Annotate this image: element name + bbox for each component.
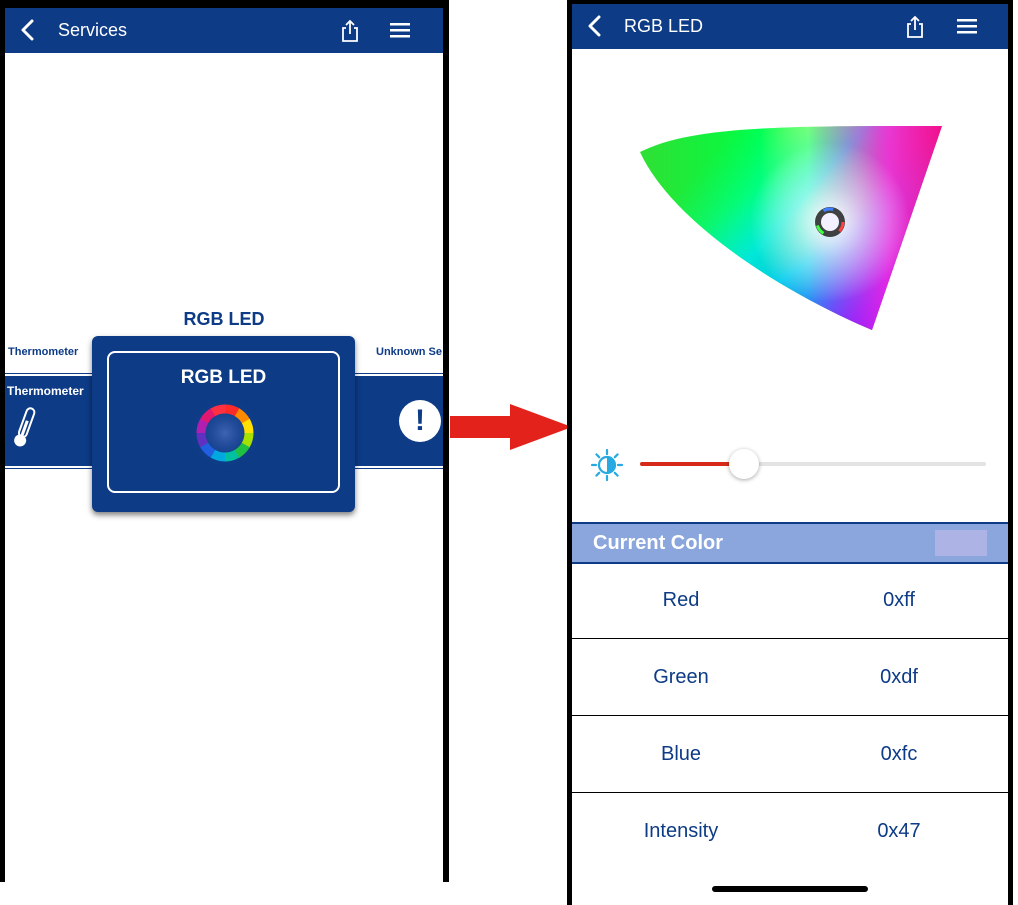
row-value: 0xff [883,589,915,611]
row-label: Intensity [643,820,719,842]
color-ring-icon [189,397,261,469]
navbar: RGB LED [572,4,1008,49]
brightness-slider-thumb[interactable] [729,449,759,479]
phone-left: Services RGB LED Thermometer Unknown Se … [0,0,449,882]
row-label: Blue [660,743,702,765]
thermometer-icon [14,407,36,447]
row-value: 0xfc [880,743,918,765]
page-title: RGB LED [624,16,704,36]
hamburger-menu-icon[interactable] [389,20,411,40]
share-icon[interactable] [904,15,926,39]
row-label: Green [653,666,709,688]
current-color-swatch [935,530,987,556]
phone-right: RGB LED Current Color Red 0xff Green 0xd… [567,0,1013,905]
service-card-rgb-led[interactable]: RGB LED [92,336,355,512]
chevron-left-icon[interactable] [17,19,39,41]
hamburger-menu-icon[interactable] [956,16,978,36]
current-color-header: Current Color [572,522,1008,564]
transition-arrow-icon [450,404,572,450]
navbar: Services [5,8,443,53]
home-indicator[interactable] [712,886,868,892]
service-card-thermometer[interactable]: Thermometer [5,374,105,468]
service-card-frame: RGB LED [107,351,340,493]
service-card-unknown[interactable]: ! [353,374,443,468]
current-color-label: Current Color [593,532,723,554]
row-label: Red [662,589,700,611]
brightness-slider[interactable] [640,462,986,466]
chevron-left-icon[interactable] [584,15,606,37]
color-picker-wheel[interactable] [632,122,952,338]
service-card-name: Thermometer [7,384,84,398]
carousel-label-right: Unknown Se [376,346,443,358]
carousel-label-left: Thermometer [8,346,79,358]
table-row: Intensity 0x47 [572,793,1008,869]
share-icon[interactable] [339,19,361,43]
rgb-led-screen: RGB LED Current Color Red 0xff Green 0xd… [572,4,1008,905]
services-screen: Services RGB LED Thermometer Unknown Se … [5,8,443,882]
brightness-icon [590,448,624,482]
service-card-name: RGB LED [180,367,267,388]
alert-icon: ! [399,400,441,442]
row-value: 0x47 [877,820,921,842]
carousel-title: RGB LED [183,309,265,329]
table-row: Blue 0xfc [572,716,1008,793]
page-title: Services [58,20,128,40]
color-values-table: Red 0xff Green 0xdf Blue 0xfc Intensity … [572,562,1008,869]
table-row: Red 0xff [572,562,1008,639]
row-value: 0xdf [880,666,918,688]
table-row: Green 0xdf [572,639,1008,716]
